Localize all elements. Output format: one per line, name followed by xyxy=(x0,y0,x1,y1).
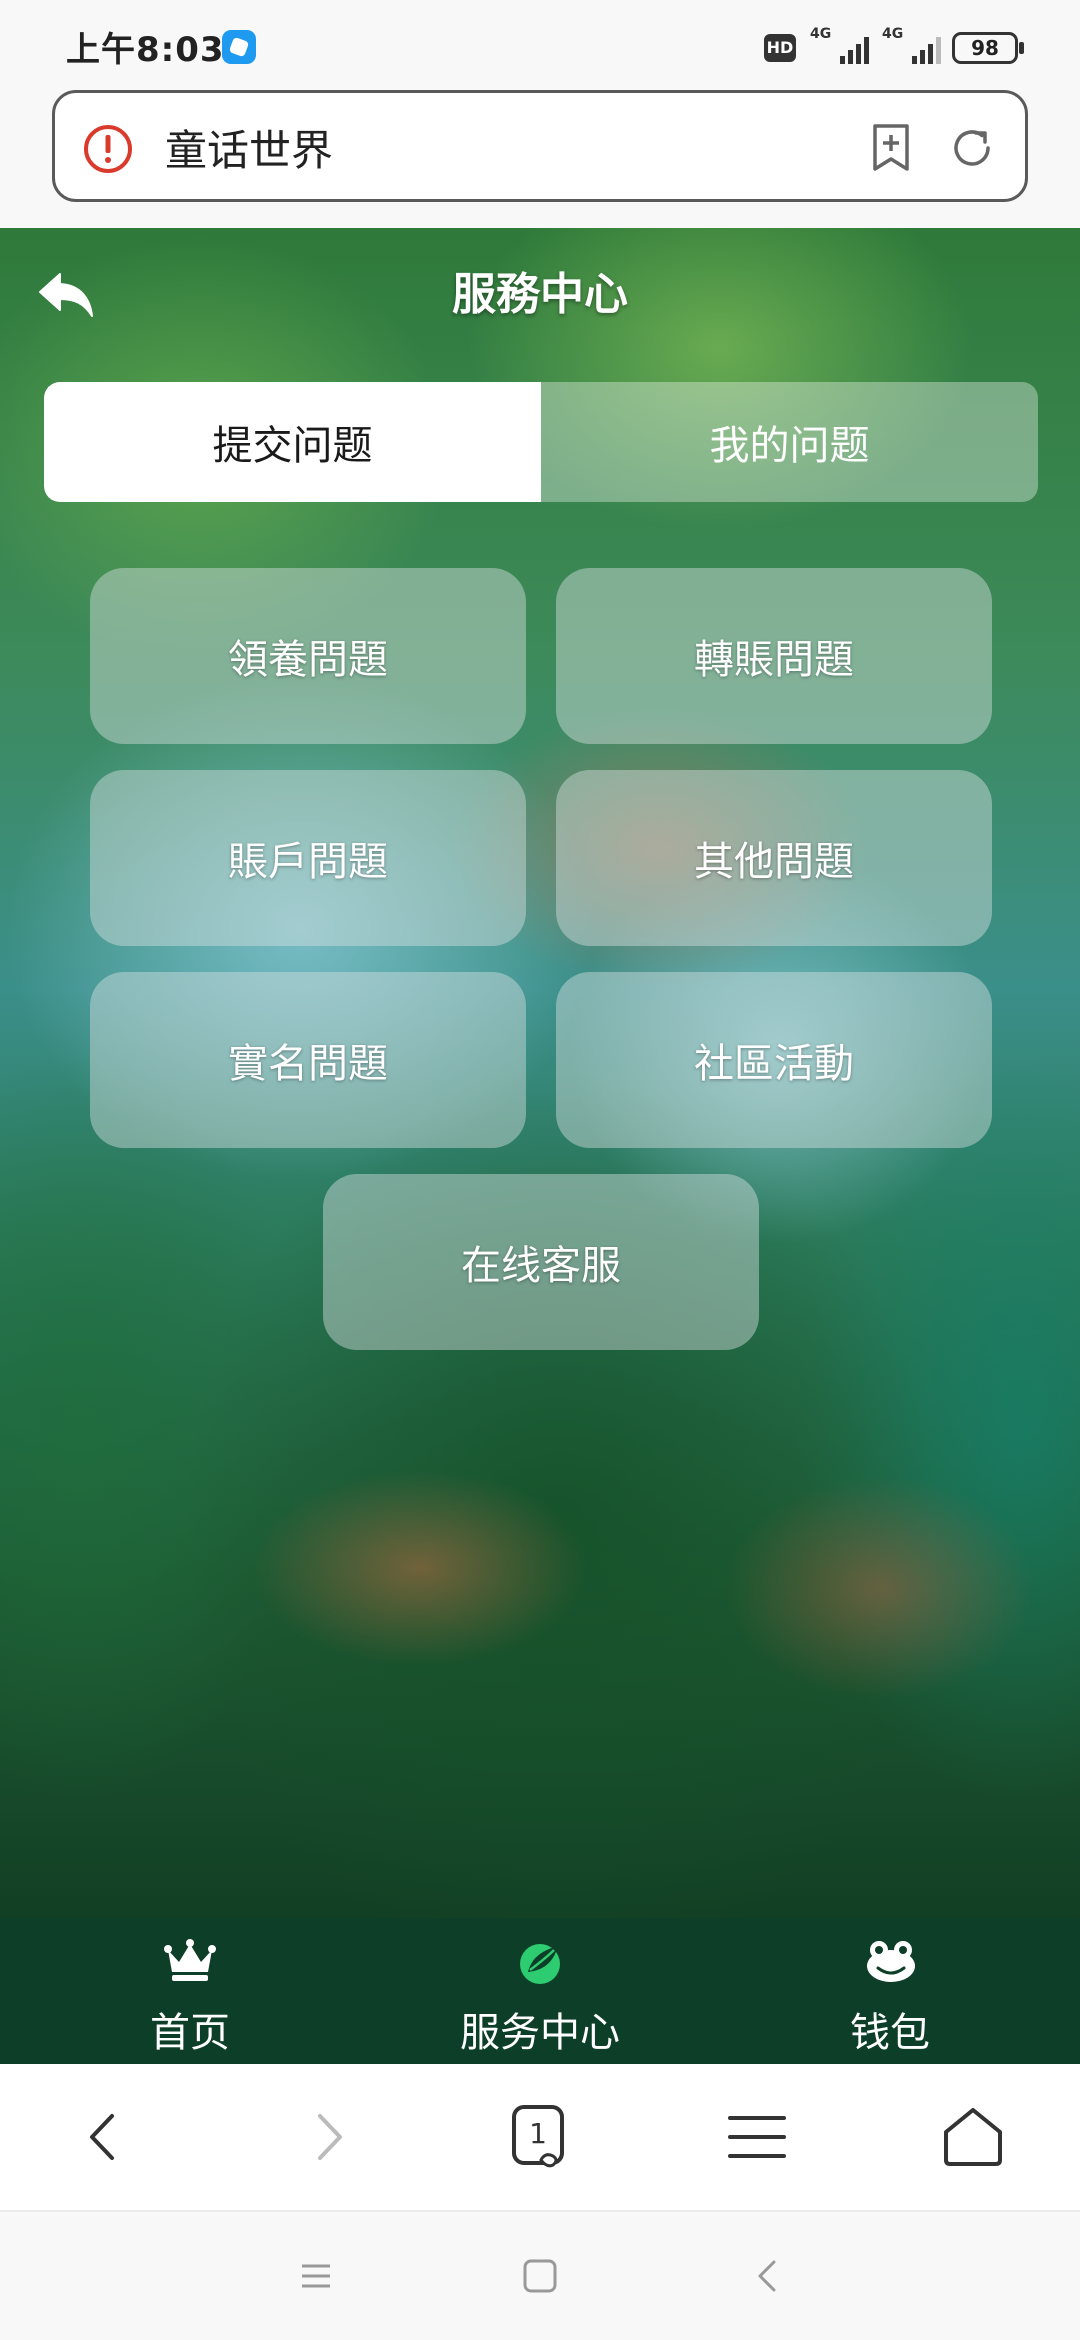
signal-2-icon: 4G xyxy=(882,26,946,66)
other-question-button[interactable]: 其他問題 xyxy=(556,770,992,946)
tabs-button[interactable]: 1 xyxy=(505,2102,575,2172)
nav-label-wallet: 钱包 xyxy=(850,2010,930,2056)
warning-icon[interactable] xyxy=(83,124,133,174)
url-text[interactable]: 童话世界 xyxy=(165,117,333,178)
nav-item-wallet[interactable]: 钱包 xyxy=(710,1918,1070,2064)
hd-badge: HD xyxy=(764,34,796,62)
question-tabs: 提交问题 我的问题 xyxy=(44,382,1038,502)
browser-url-area: 童话世界 xyxy=(0,88,1080,228)
system-home-icon[interactable] xyxy=(520,2256,560,2296)
system-nav-bar xyxy=(0,2212,1080,2340)
tab-submit-question[interactable]: 提交问题 xyxy=(44,382,541,502)
url-bar[interactable]: 童话世界 xyxy=(52,90,1028,202)
signal-bars-2-icon xyxy=(912,37,941,64)
crown-icon xyxy=(164,1939,216,1981)
app-notification-icon xyxy=(222,30,256,64)
browser-forward-icon[interactable] xyxy=(292,2102,362,2172)
battery-indicator: 98 xyxy=(952,32,1024,64)
web-content: 服務中心 提交问题 我的问题 領養問題 轉賬問題 賬戶問題 其他問題 實名問題 … xyxy=(0,228,1080,1918)
add-bookmark-icon[interactable] xyxy=(867,123,915,173)
page-title: 服務中心 xyxy=(452,269,628,320)
browser-back-icon[interactable] xyxy=(70,2102,140,2172)
menu-icon[interactable] xyxy=(722,2102,792,2172)
signal-1-icon: 4G xyxy=(810,26,874,66)
nav-label-home: 首页 xyxy=(150,2010,230,2056)
frog-icon xyxy=(867,1941,915,1982)
status-bar: 上午8:03 HD 4G 4G 98 xyxy=(0,0,1080,88)
recent-apps-icon[interactable] xyxy=(296,2256,336,2296)
page-header: 服務中心 xyxy=(0,228,1080,348)
nav-item-home[interactable]: 首页 xyxy=(10,1918,370,2064)
signal-bars-1-icon xyxy=(840,37,869,64)
browser-toolbar: 1 xyxy=(0,2064,1080,2212)
network-type-2: 4G xyxy=(882,26,904,42)
online-support-button[interactable]: 在线客服 xyxy=(323,1174,759,1350)
home-icon[interactable] xyxy=(938,2102,1008,2172)
adoption-question-button[interactable]: 領養問題 xyxy=(90,568,526,744)
reload-icon[interactable] xyxy=(947,123,997,173)
real-name-question-button[interactable]: 實名問題 xyxy=(90,972,526,1148)
nav-item-service-center[interactable]: 服务中心 xyxy=(360,1918,720,2064)
transfer-question-button[interactable]: 轉賬問題 xyxy=(556,568,992,744)
tab-my-questions[interactable]: 我的问题 xyxy=(541,382,1038,502)
network-type-1: 4G xyxy=(810,26,832,42)
nav-label-service-center: 服务中心 xyxy=(460,2010,620,2056)
app-bottom-nav: 首页 服务中心 钱包 xyxy=(0,1918,1080,2064)
status-time: 上午8:03 xyxy=(66,30,225,70)
community-activity-button[interactable]: 社區活動 xyxy=(556,972,992,1148)
leaf-icon xyxy=(520,1944,560,1984)
tab-count: 1 xyxy=(529,2117,547,2150)
account-question-button[interactable]: 賬戶問題 xyxy=(90,770,526,946)
system-back-icon[interactable] xyxy=(748,2256,788,2296)
